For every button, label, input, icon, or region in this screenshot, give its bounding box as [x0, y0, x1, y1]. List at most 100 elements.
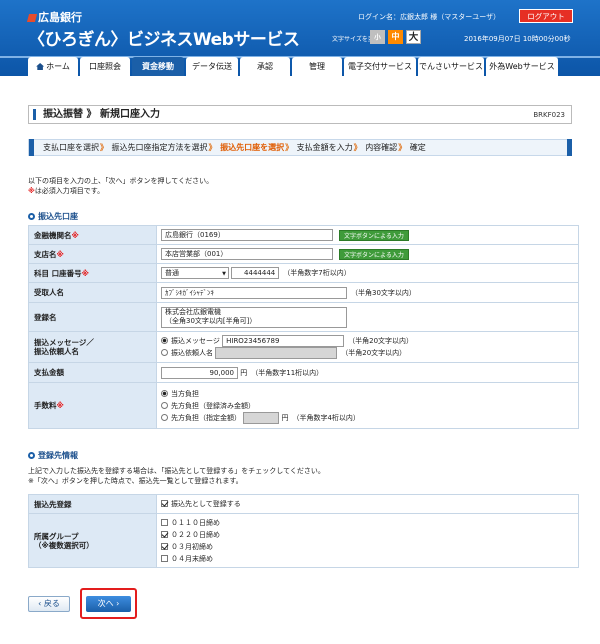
step-separator: 》 [353, 143, 362, 152]
register-cell: 振込先として登録する [156, 494, 579, 514]
bank-label: 金融機関名※ [28, 225, 157, 245]
bank-cell: 広島銀行（0169） 文字ボタンによる入力 [156, 225, 579, 245]
group-label: 所属グループ （※複数選択可） [28, 513, 157, 568]
font-size-small-button[interactable]: 小 [370, 30, 385, 44]
checkbox-icon[interactable] [161, 554, 168, 562]
group-option[interactable]: ０３月初締め [161, 541, 578, 553]
main-nav: ホーム 口座照会 資金移動 データ伝送 承認 管理 電子交付サービス でんさいサ… [28, 57, 558, 76]
row-message: 振込メッセージ／ 振込依頼人名 振込メッセージ HIRO23456789 （半角20… [28, 331, 579, 363]
page-title-text: 振込振替 》 新規口座入力 [43, 109, 160, 120]
branch-cell: 本店営業部（001） 文字ボタンによる入力 [156, 244, 579, 264]
register-checkbox[interactable]: 振込先として登録する [161, 498, 578, 510]
account-type-select[interactable]: 普通 [161, 267, 229, 279]
register-label: 振込先登録 [28, 494, 157, 514]
tab-approval[interactable]: 承認 [240, 57, 290, 76]
row-register: 振込先登録 振込先として登録する [28, 494, 579, 514]
step-separator: 》 [398, 143, 407, 152]
bank-mark-icon [26, 14, 38, 22]
reg-name-input[interactable]: 株式会社広銀電機 （全角30文字以内[半角可]） [161, 306, 347, 328]
tab-home-label: ホーム [46, 62, 70, 71]
section-bullet-icon [28, 213, 35, 220]
row-fee: 手数料※ 当方負担 先方負担（登録済み金額） 先方負担（指定金額） 円（半角数字… [28, 382, 579, 429]
checkbox-checked-icon[interactable] [161, 530, 168, 538]
fee-option-theirs-registered[interactable]: 先方負担（登録済み金額） [161, 400, 578, 412]
registration-note-line: ※「次へ」ボタンを押した時点で、振込先一覧として登録されます。 [28, 477, 243, 485]
bank-name: 広島銀行 [38, 11, 82, 24]
row-group: 所属グループ （※複数選択可） ０１１０日締め ０２２０日締め ０３月初締め ０４… [28, 513, 579, 568]
fee-option-ours[interactable]: 当方負担 [161, 388, 578, 400]
account-cell: 普通 4444444（半角数字7桁以内） [156, 263, 579, 283]
tab-fund-transfer[interactable]: 資金移動 [132, 57, 184, 76]
step-5: 内容確認 [365, 143, 398, 152]
section-heading-payee: 振込先口座 [28, 211, 78, 222]
bank-logo: 広島銀行 [26, 9, 82, 25]
radio-selected-icon[interactable] [161, 337, 168, 344]
back-label: 戻る [43, 599, 60, 608]
step-separator: 》 [285, 143, 294, 152]
section-bullet-icon [28, 452, 35, 459]
tab-e-delivery[interactable]: 電子交付サービス [344, 57, 416, 76]
recipient-hint: （半角30文字以内） [351, 288, 416, 297]
font-size-large-button[interactable]: 大 [406, 30, 421, 44]
screen-id: BRKF023 [533, 111, 565, 119]
row-amount: 支払金額 90,000 円（半角数字11桁以内） [28, 362, 579, 383]
service-title: 〈ひろぎん〉ビジネスWebサービス [28, 30, 300, 50]
tab-home[interactable]: ホーム [28, 57, 78, 76]
radio-icon[interactable] [161, 401, 168, 409]
required-mark: ※ [28, 187, 35, 195]
radio-icon[interactable] [161, 349, 168, 356]
step-3-current: 振込先口座を選択 [220, 143, 285, 152]
chevron-right-icon: › [113, 599, 120, 608]
branch-char-input-button[interactable]: 文字ボタンによる入力 [339, 248, 409, 260]
step-indicator: 支払口座を選択》 振込先口座指定方法を選択》 振込先口座を選択》 支払金額を入力… [28, 139, 572, 156]
row-account: 科目 口座番号※ 普通 4444444（半角数字7桁以内） [28, 263, 579, 283]
amount-hint: （半角数字11桁以内） [251, 368, 324, 377]
recipient-name-input[interactable]: ｶﾌﾞｼｷｶﾞｲｼｬﾃﾞﾝｷ [161, 286, 347, 299]
requester-option[interactable]: 振込依頼人名 （半角20文字以内） [161, 347, 578, 359]
datetime: 2016年09月07日 10時00分00秒 [464, 35, 571, 43]
bank-name-input[interactable]: 広島銀行（0169） [161, 229, 333, 241]
checkbox-checked-icon[interactable] [161, 500, 168, 507]
tab-forex[interactable]: 外為Webサービス [486, 57, 558, 76]
group-option[interactable]: ０２２０日締め [161, 529, 578, 541]
step-separator: 》 [100, 143, 108, 152]
requester-name-input[interactable] [215, 347, 338, 359]
account-label: 科目 口座番号※ [28, 263, 157, 283]
reg-name-label: 登録名 [28, 302, 157, 332]
reg-name-cell: 株式会社広銀電機 （全角30文字以内[半角可]） [156, 302, 579, 332]
branch-label: 支店名※ [28, 244, 157, 264]
payee-form: 金融機関名※ 広島銀行（0169） 文字ボタンによる入力 支店名※ 本店営業部（0… [28, 225, 579, 429]
tab-data-transmission[interactable]: データ伝送 [186, 57, 238, 76]
group-option[interactable]: ０４月末締め [161, 553, 578, 565]
account-hint: （半角数字7桁以内） [283, 269, 351, 277]
tab-management[interactable]: 管理 [292, 57, 342, 76]
checkbox-checked-icon[interactable] [161, 542, 168, 550]
reg-name-hint: （全角30文字以内[半角可]） [165, 316, 257, 325]
tab-densai[interactable]: でんさいサービス [418, 57, 484, 76]
step-2: 振込先口座指定方法を選択 [111, 143, 208, 152]
page-title: 振込振替 》 新規口座入力 BRKF023 [28, 105, 572, 124]
message-input[interactable]: HIRO23456789 [222, 335, 345, 347]
section-heading-text: 登録先情報 [38, 451, 78, 460]
logout-button[interactable]: ログアウト [519, 9, 573, 23]
group-option[interactable]: ０１１０日締め [161, 517, 578, 529]
fee-option-theirs-specified[interactable]: 先方負担（指定金額） 円（半角数字4桁以内） [161, 411, 578, 424]
checkbox-icon[interactable] [161, 518, 168, 526]
amount-input[interactable]: 90,000 [161, 366, 238, 379]
registration-form: 振込先登録 振込先として登録する 所属グループ （※複数選択可） ０１１０日締め … [28, 494, 579, 568]
bank-char-input-button[interactable]: 文字ボタンによる入力 [339, 229, 409, 241]
message-option[interactable]: 振込メッセージ HIRO23456789 （半角20文字以内） [161, 335, 578, 347]
branch-name-input[interactable]: 本店営業部（001） [161, 248, 333, 260]
next-button[interactable]: 次へ › [86, 596, 131, 612]
radio-selected-icon[interactable] [161, 389, 168, 397]
tab-account-inquiry[interactable]: 口座照会 [80, 57, 130, 76]
required-note: ※は必須入力項目です。 [28, 186, 213, 196]
fee-amount-input[interactable] [243, 411, 280, 424]
back-button[interactable]: ‹ 戻る [28, 596, 70, 612]
account-number-input[interactable]: 4444444 [231, 267, 280, 279]
section-heading-text: 振込先口座 [38, 212, 78, 221]
radio-icon[interactable] [161, 413, 168, 421]
recipient-label: 受取人名 [28, 282, 157, 303]
font-size-medium-button[interactable]: 中 [388, 30, 403, 44]
message-cell: 振込メッセージ HIRO23456789 （半角20文字以内） 振込依頼人名 （半… [156, 331, 579, 363]
